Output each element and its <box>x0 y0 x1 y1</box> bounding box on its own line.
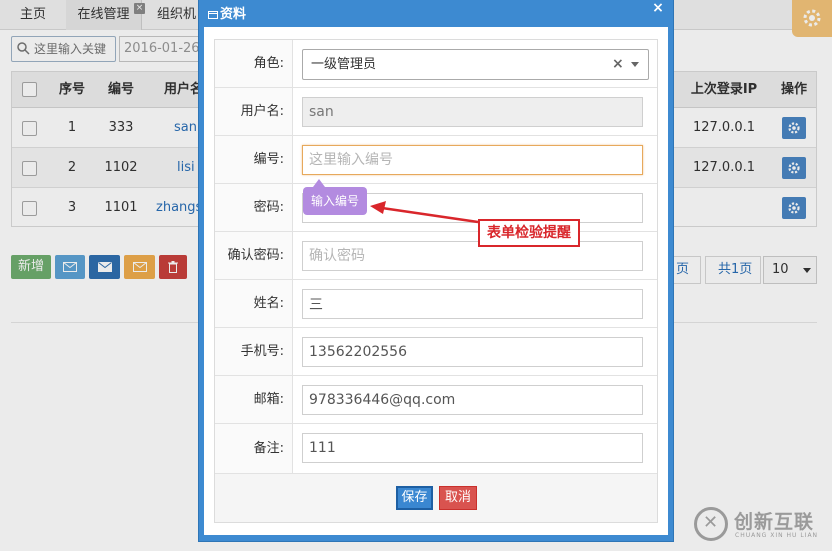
form-row-confirm-password: 确认密码: <box>215 232 657 280</box>
username-field[interactable] <box>302 97 643 127</box>
form-row-role: 角色: 一级管理员 × <box>215 40 657 88</box>
save-button[interactable]: 保存 <box>396 486 433 510</box>
form-row-email: 邮箱: <box>215 376 657 424</box>
note-field[interactable] <box>302 433 643 463</box>
form-row-note: 备注: <box>215 424 657 474</box>
role-label: 角色: <box>215 40 293 87</box>
phone-field[interactable] <box>302 337 643 367</box>
watermark: 创新互联 CHUANG XIN HU LIAN <box>694 505 826 545</box>
window-icon <box>208 11 218 19</box>
password-label: 密码: <box>215 184 293 231</box>
code-field[interactable] <box>302 145 643 175</box>
form-footer: 保存 取消 <box>215 474 657 522</box>
dialog-body: 角色: 一级管理员 × 用户名: 编号: 密码: 确认密码: <box>204 27 668 535</box>
confirm-password-field[interactable] <box>302 241 643 271</box>
chevron-down-icon[interactable] <box>631 62 639 67</box>
profile-dialog: 资料 × 角色: 一级管理员 × 用户名: 编号: 密码: <box>198 0 674 542</box>
watermark-name: 创新互联 <box>734 511 815 533</box>
dialog-title: 资料 <box>220 7 247 22</box>
profile-form: 角色: 一级管理员 × 用户名: 编号: 密码: 确认密码: <box>214 39 658 523</box>
code-label: 编号: <box>215 136 293 183</box>
confirm-password-label: 确认密码: <box>215 232 293 279</box>
form-row-phone: 手机号: <box>215 328 657 376</box>
validation-tooltip: 输入编号 <box>303 179 367 215</box>
form-row-username: 用户名: <box>215 88 657 136</box>
role-value: 一级管理员 <box>311 57 377 72</box>
cancel-button[interactable]: 取消 <box>439 486 477 510</box>
email-label: 邮箱: <box>215 376 293 423</box>
username-label: 用户名: <box>215 88 293 135</box>
form-row-name: 姓名: <box>215 280 657 328</box>
annotation-label: 表单检验提醒 <box>478 219 580 247</box>
role-select[interactable]: 一级管理员 × <box>302 49 649 80</box>
arrow-icon <box>370 201 479 224</box>
note-label: 备注: <box>215 424 293 473</box>
watermark-subtitle: CHUANG XIN HU LIAN <box>735 532 819 539</box>
name-label: 姓名: <box>215 280 293 327</box>
email-field[interactable] <box>302 385 643 415</box>
close-icon[interactable]: × <box>651 0 665 16</box>
dialog-header[interactable]: 资料 × <box>199 0 673 27</box>
phone-label: 手机号: <box>215 328 293 375</box>
logo-icon <box>694 507 728 541</box>
name-field[interactable] <box>302 289 643 319</box>
form-row-code: 编号: <box>215 136 657 184</box>
clear-icon[interactable]: × <box>612 50 624 79</box>
